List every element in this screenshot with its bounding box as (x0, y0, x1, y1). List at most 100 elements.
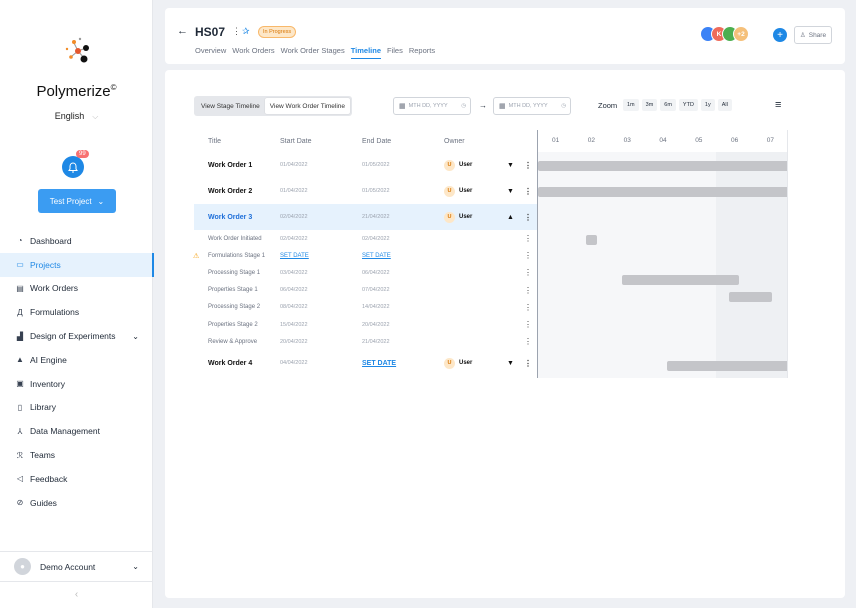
sidebar-item-teams[interactable]: ℛ Teams (0, 443, 153, 467)
tab-work-orders[interactable]: Work Orders (232, 46, 274, 59)
tab-timeline[interactable]: Timeline (350, 46, 381, 59)
set-end-date-link[interactable]: SET DATE (362, 253, 391, 259)
table-row[interactable]: Work Order 3 02/04/2022 21/04/2022 U User ▲ ⋮ (194, 204, 538, 230)
sidebar-item-inventory[interactable]: ▣ Inventory (0, 372, 153, 396)
column-start-date: Start Date (280, 137, 312, 145)
sidebar-item-projects[interactable]: ▭ Projects (0, 252, 154, 277)
stage-row[interactable]: Review & Approve 20/04/2022 21/04/2022 ⋮ (194, 333, 538, 350)
more-options-icon[interactable]: ⋮ (524, 359, 532, 368)
tab-files[interactable]: Files (387, 46, 403, 59)
row-title: Processing Stage 2 (208, 304, 261, 311)
row-title: Work Order 2 (208, 187, 253, 195)
more-options-icon[interactable]: ⋮ (524, 303, 532, 312)
menu-icon[interactable]: ≡ (775, 99, 781, 111)
inventory-icon: ▣ (16, 379, 24, 389)
zoom-options: 1m 3m 6m YTD 1y All (623, 99, 732, 111)
stage-row[interactable]: Processing Stage 1 03/04/2022 06/04/2022 ⋮ (194, 264, 538, 281)
expand-caret-icon[interactable]: ▼ (507, 360, 514, 367)
more-options-icon[interactable]: ⋮ (524, 268, 532, 277)
more-options-icon[interactable]: ⋮ (524, 251, 532, 260)
zoom-label: Zoom (598, 101, 618, 110)
table-header: Title Start Date End Date Owner (194, 130, 538, 152)
table-row[interactable]: Work Order 1 01/04/2022 01/05/2022 U User ▼ ⋮ (194, 152, 538, 178)
zoom-all[interactable]: All (717, 99, 732, 111)
more-options-icon[interactable]: ⋮ (524, 320, 532, 329)
row-end-date: 20/04/2022 (362, 321, 390, 328)
table-row[interactable]: Work Order 2 01/04/2022 01/05/2022 U User ▼ ⋮ (194, 178, 538, 204)
owner-name: User (459, 162, 473, 168)
sidebar-item-label: Dashboard (30, 235, 72, 246)
sidebar-item-dashboard[interactable]: ◔ Dashboard (0, 229, 153, 253)
sidebar-item-work-orders[interactable]: ▤ Work Orders (0, 277, 153, 301)
collaborator-avatars[interactable]: K +2 (700, 26, 749, 42)
zoom-3m[interactable]: 3m (641, 99, 658, 111)
sidebar-nav: ◔ Dashboard ▭ Projects ▤ Work Orders Д Formulat… (0, 229, 154, 515)
pin-icon[interactable]: ✰ (242, 26, 250, 37)
sidebar-item-design-of-experiments[interactable]: ▟ Design of Experiments ⌄ (0, 324, 153, 348)
collapse-sidebar-button[interactable]: ‹ (0, 581, 153, 608)
sidebar-item-library[interactable]: ▯ Library (0, 396, 153, 420)
gantt-bar-properties-stage-1[interactable] (729, 292, 772, 302)
gantt-bar-work-order-2[interactable] (538, 187, 787, 197)
view-stage-timeline-button[interactable]: View Stage Timeline (196, 98, 265, 114)
sidebar-item-data-management[interactable]: ⅄ Data Management (0, 419, 153, 443)
collapse-caret-icon[interactable]: ▲ (507, 214, 514, 221)
stage-row[interactable]: Properties Stage 2 15/04/2022 20/04/2022 ⋮ (194, 316, 538, 333)
tab-reports[interactable]: Reports (409, 46, 435, 59)
sidebar-item-ai-engine[interactable]: ▲ AI Engine (0, 348, 153, 372)
row-owner: U User (444, 357, 472, 369)
owner-avatar: U (444, 159, 455, 171)
zoom-6m[interactable]: 6m (660, 99, 676, 111)
stage-row[interactable]: Properties Stage 1 06/04/2022 07/04/2022 ⋮ (194, 282, 538, 299)
set-start-date-link[interactable]: SET DATE (280, 253, 309, 259)
more-options-icon[interactable]: ⋮ (524, 187, 532, 196)
set-end-date-link[interactable]: SET DATE (362, 360, 396, 367)
sidebar-item-guides[interactable]: ⊘ Guides (0, 491, 153, 515)
chevron-down-icon: ⌄ (132, 562, 139, 571)
tab-work-order-stages[interactable]: Work Order Stages (281, 46, 345, 59)
row-start-date: 06/04/2022 (280, 287, 308, 294)
zoom-1y[interactable]: 1y (700, 99, 715, 111)
table-row[interactable]: Work Order 4 04/04/2022 SET DATE U User ▼ ⋮ (194, 350, 538, 376)
add-collaborator-button[interactable]: + (773, 28, 787, 42)
tab-overview[interactable]: Overview (195, 46, 226, 59)
sidebar-item-label: Guides (30, 497, 57, 508)
expand-caret-icon[interactable]: ▼ (507, 188, 514, 195)
end-date-picker[interactable]: ▦ MTH DD, YYYY ◷ (493, 97, 571, 115)
more-options-icon[interactable]: ⋮ (524, 337, 532, 346)
more-options-icon[interactable]: ⋮ (524, 234, 532, 243)
zoom-ytd[interactable]: YTD (678, 99, 698, 111)
zoom-1m[interactable]: 1m (623, 99, 639, 111)
share-button[interactable]: ♙ Share (794, 26, 832, 44)
user-icon: ♙ (799, 32, 806, 39)
more-options-icon[interactable]: ⋮ (524, 161, 532, 170)
gantt-bar-processing-stage-1[interactable] (622, 275, 739, 285)
start-date-picker[interactable]: ▦ MTH DD, YYYY ◷ (393, 97, 471, 115)
back-arrow-icon[interactable]: ← (177, 25, 188, 37)
sidebar-item-feedback[interactable]: ◁ Feedback (0, 467, 153, 491)
account-menu[interactable]: ● Demo Account ⌄ (0, 551, 153, 581)
view-work-order-timeline-button[interactable]: View Work Order Timeline (264, 98, 351, 114)
stage-row[interactable]: ⚠ Formulations Stage 1 SET DATE SET DATE ⋮ (193, 247, 538, 264)
calendar-icon: ▦ (399, 103, 406, 110)
project-selector-button[interactable]: Test Project ⌄ (38, 189, 116, 213)
gantt-bar-work-order-initiated[interactable] (586, 235, 597, 245)
row-start-date: 04/04/2022 (280, 360, 308, 367)
collaborator-avatar[interactable]: +2 (733, 26, 749, 42)
sidebar-item-formulations[interactable]: Д Formulations (0, 300, 153, 324)
more-options-icon[interactable]: ⋮ (524, 286, 532, 295)
timeline-panel: View Stage Timeline View Work Order Time… (165, 70, 845, 598)
avatar: ● (14, 558, 31, 575)
stage-row[interactable]: Processing Stage 2 08/04/2022 14/04/2022 ⋮ (194, 299, 538, 316)
more-options-icon[interactable]: ⋮ (232, 26, 241, 37)
stage-row[interactable]: Work Order Initiated 02/04/2022 02/04/2022… (194, 230, 538, 247)
document-icon: ▤ (16, 283, 24, 293)
language-selector[interactable]: English ⌵ (0, 111, 153, 122)
gantt-bar-work-order-1[interactable] (538, 161, 787, 171)
page-title: HS07 (195, 25, 226, 39)
more-options-icon[interactable]: ⋮ (524, 213, 532, 222)
gantt-bar-work-order-4[interactable] (667, 361, 787, 371)
notification-button[interactable] (62, 156, 84, 178)
expand-caret-icon[interactable]: ▼ (507, 162, 514, 169)
account-name: Demo Account (40, 561, 96, 572)
